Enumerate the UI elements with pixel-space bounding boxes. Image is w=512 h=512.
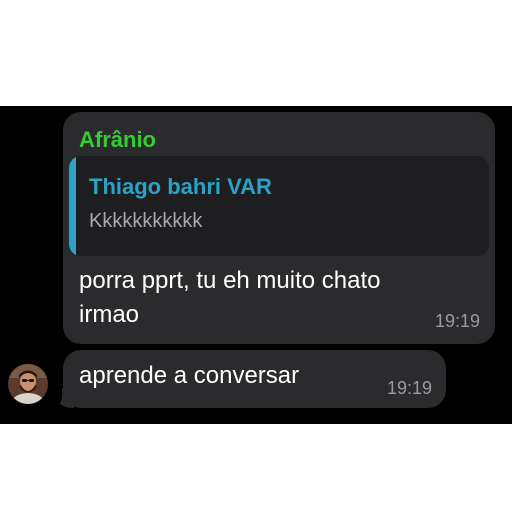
message-text: aprende a conversar [79,362,300,389]
quote-accent-bar [69,156,76,256]
message-time: 19:19 [434,311,480,331]
message-text: porra pprt, tu eh muito chato irmao [79,267,381,328]
quoted-author: Thiago bahri VAR [89,174,272,199]
quoted-text: Kkkkkkkkkkk [89,210,203,232]
message-time: 19:19 [386,378,432,398]
avatar[interactable] [8,364,48,404]
chat-area: Afrânio Thiago bahri VAR Kkkkkkkkkkk por… [0,106,512,424]
avatar-photo-icon [8,364,48,404]
sender-name[interactable]: Afrânio [79,127,156,153]
message-bubble[interactable]: aprende a conversar 19:19 [63,350,446,408]
quoted-reply[interactable]: Thiago bahri VAR Kkkkkkkkkkk [69,156,489,256]
message-bubble[interactable]: Afrânio Thiago bahri VAR Kkkkkkkkkkk por… [63,112,495,344]
